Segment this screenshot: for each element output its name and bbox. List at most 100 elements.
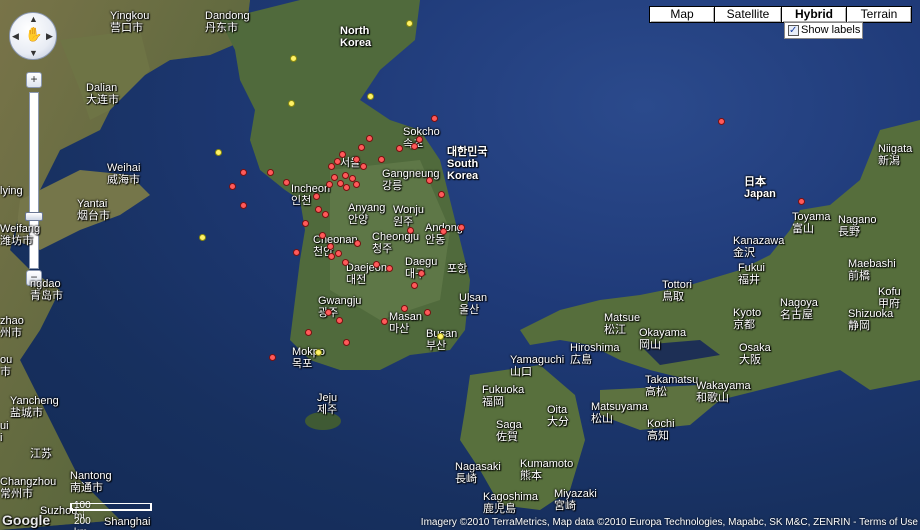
map-marker-red[interactable] <box>319 232 326 239</box>
label-lying: lying <box>0 185 23 197</box>
map-marker-red[interactable] <box>283 179 290 186</box>
map-marker-red[interactable] <box>305 329 312 336</box>
label-qingdao: ngdao 青岛市 <box>30 278 63 302</box>
label-takamatsu: Takamatsu 高松 <box>645 374 699 398</box>
label-pohang: 포항 <box>447 263 468 275</box>
map-marker-red[interactable] <box>267 169 274 176</box>
label-shizuoka: Shizuoka 静岡 <box>848 308 894 332</box>
google-logo[interactable]: Google <box>2 513 50 527</box>
map-marker-red[interactable] <box>327 243 334 250</box>
map-type-hybrid-button[interactable]: Hybrid <box>781 6 847 23</box>
map-marker-red[interactable] <box>328 163 335 170</box>
map-marker-red[interactable] <box>240 202 247 209</box>
show-labels-toggle[interactable]: Show labels <box>784 22 863 39</box>
map-marker-red[interactable] <box>325 309 332 316</box>
label-jiangsu: 江苏 <box>30 448 52 460</box>
zoom-slider-thumb[interactable] <box>25 212 43 221</box>
pan-up-icon[interactable]: ▲ <box>29 14 38 24</box>
map-marker-red[interactable] <box>353 156 360 163</box>
map-marker-red[interactable] <box>424 309 431 316</box>
map-canvas[interactable]: Map Satellite Hybrid Terrain Show labels… <box>0 0 920 530</box>
map-marker-red[interactable] <box>293 249 300 256</box>
map-marker-yellow[interactable] <box>437 333 444 340</box>
map-marker-red[interactable] <box>336 317 343 324</box>
map-marker-red[interactable] <box>229 183 236 190</box>
map-marker-yellow[interactable] <box>290 55 297 62</box>
map-marker-red[interactable] <box>328 253 335 260</box>
map-marker-red[interactable] <box>326 181 333 188</box>
map-marker-red[interactable] <box>411 143 418 150</box>
attribution: Imagery ©2010 TerraMetrics, Map data ©20… <box>420 517 918 528</box>
map-marker-red[interactable] <box>386 265 393 272</box>
map-marker-red[interactable] <box>353 181 360 188</box>
terms-of-use-link[interactable]: Terms of Use <box>859 517 918 528</box>
map-type-satellite-button[interactable]: Satellite <box>714 6 782 23</box>
map-marker-red[interactable] <box>358 144 365 151</box>
show-labels-checkbox[interactable] <box>788 23 799 38</box>
pan-down-icon[interactable]: ▼ <box>29 48 38 58</box>
map-marker-red[interactable] <box>334 158 341 165</box>
label-kanazawa: Kanazawa 金沢 <box>733 235 785 259</box>
map-marker-red[interactable] <box>438 191 445 198</box>
pan-right-icon[interactable]: ▶ <box>46 31 53 42</box>
map-marker-red[interactable] <box>373 261 380 268</box>
map-marker-red[interactable] <box>381 318 388 325</box>
label-ou: ou 市 <box>0 354 13 378</box>
map-marker-yellow[interactable] <box>199 234 206 241</box>
map-marker-yellow[interactable] <box>215 149 222 156</box>
map-marker-yellow[interactable] <box>406 20 413 27</box>
map-marker-red[interactable] <box>718 118 725 125</box>
label-yingkou: Yingkou 营口市 <box>110 10 150 34</box>
label-gwangju: Gwangju광주 <box>318 295 362 319</box>
map-marker-red[interactable] <box>440 228 447 235</box>
scale-bar-miles <box>70 503 152 511</box>
map-marker-red[interactable] <box>431 115 438 122</box>
map-marker-red[interactable] <box>313 193 320 200</box>
map-marker-red[interactable] <box>269 354 276 361</box>
map-marker-red[interactable] <box>407 227 414 234</box>
label-yancheng: Yancheng 盐城市 <box>10 395 59 419</box>
map-marker-red[interactable] <box>416 136 423 143</box>
map-marker-red[interactable] <box>418 270 425 277</box>
map-marker-red[interactable] <box>342 259 349 266</box>
map-marker-red[interactable] <box>458 224 465 231</box>
label-nagano: Nagano 長野 <box>838 214 877 238</box>
map-marker-red[interactable] <box>240 169 247 176</box>
map-marker-red[interactable] <box>343 184 350 191</box>
map-marker-red[interactable] <box>378 156 385 163</box>
map-marker-yellow[interactable] <box>367 93 374 100</box>
map-marker-red[interactable] <box>366 135 373 142</box>
map-marker-yellow[interactable] <box>288 100 295 107</box>
map-marker-yellow[interactable] <box>315 349 322 356</box>
label-zhao: zhao 州市 <box>0 315 24 339</box>
pan-control[interactable]: ▲ ▼ ◀ ▶ ✋ <box>9 12 57 60</box>
label-changzhou: Changzhou 常州市 <box>0 476 57 500</box>
map-marker-red[interactable] <box>360 163 367 170</box>
map-marker-red[interactable] <box>322 211 329 218</box>
zoom-in-button[interactable]: + <box>26 72 42 88</box>
hand-icon: ✋ <box>25 26 43 42</box>
map-marker-red[interactable] <box>342 172 349 179</box>
map-type-terrain-button[interactable]: Terrain <box>846 6 912 23</box>
map-marker-red[interactable] <box>411 282 418 289</box>
label-cheongju: Cheongju 청주 <box>372 231 420 255</box>
label-nantong: Nantong 南通市 <box>70 470 112 494</box>
pan-left-icon[interactable]: ◀ <box>12 31 19 42</box>
label-north-korea: North Korea <box>340 25 372 49</box>
map-marker-red[interactable] <box>354 240 361 247</box>
map-marker-red[interactable] <box>302 220 309 227</box>
map-marker-red[interactable] <box>401 305 408 312</box>
map-marker-red[interactable] <box>335 250 342 257</box>
map-marker-red[interactable] <box>396 145 403 152</box>
map-type-map-button[interactable]: Map <box>649 6 715 23</box>
map-marker-red[interactable] <box>331 174 338 181</box>
map-marker-red[interactable] <box>339 151 346 158</box>
label-osaka: Osaka 大阪 <box>739 342 771 366</box>
label-niigata: Niigata 新潟 <box>878 143 913 167</box>
map-marker-red[interactable] <box>343 339 350 346</box>
label-dalian: Dalian 大连市 <box>86 82 119 106</box>
map-marker-red[interactable] <box>426 177 433 184</box>
map-marker-red[interactable] <box>315 206 322 213</box>
label-nagasaki: Nagasaki 長崎 <box>455 461 501 485</box>
map-marker-red[interactable] <box>798 198 805 205</box>
